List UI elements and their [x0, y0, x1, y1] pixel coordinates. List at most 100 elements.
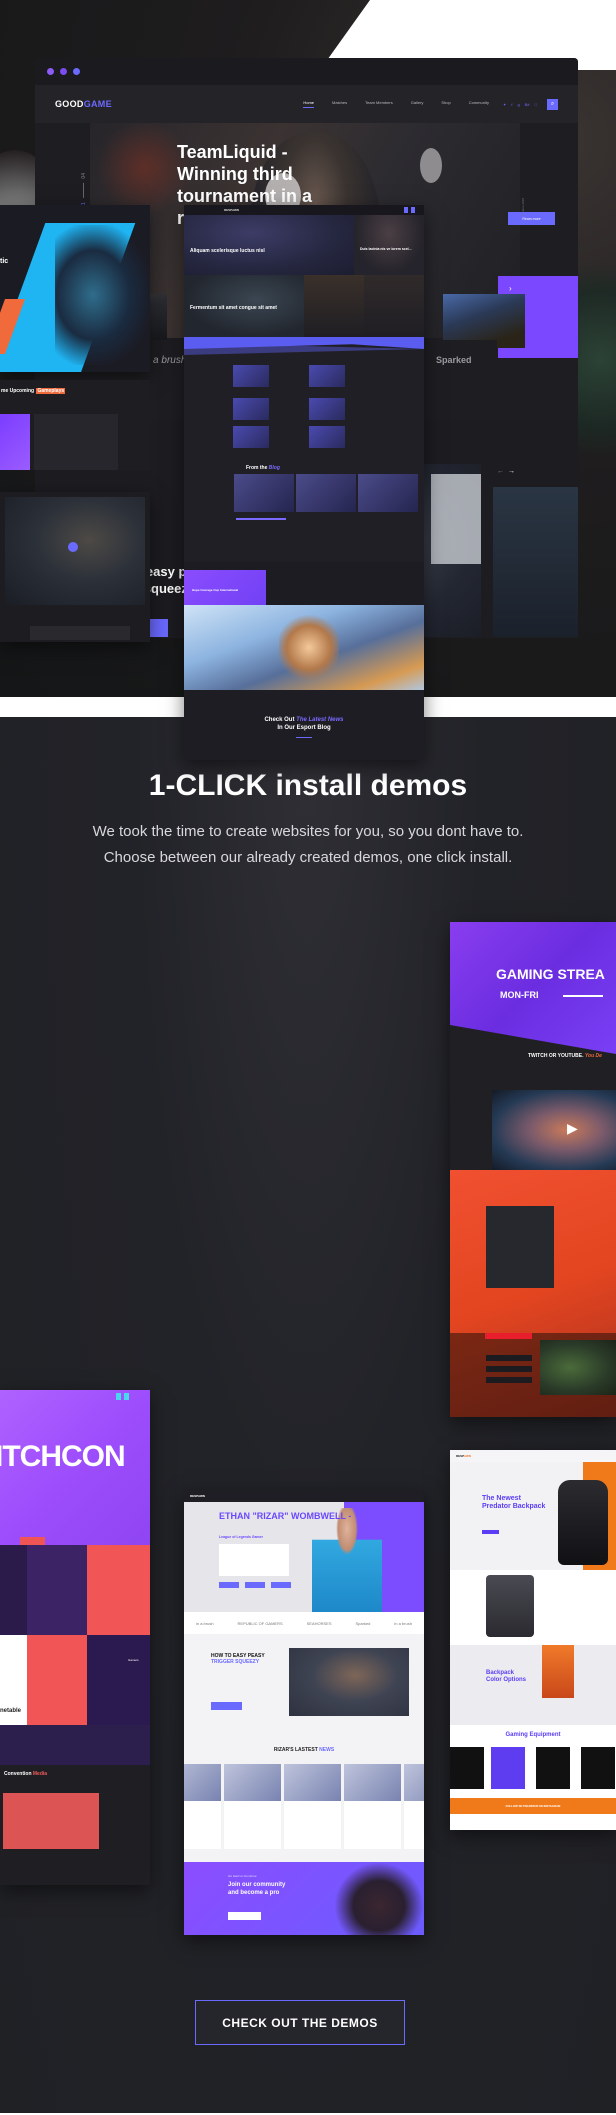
upcoming-text: me Upcoming [1, 388, 36, 394]
color-options-1: Backpack [486, 1670, 515, 1676]
grid-tile [87, 1635, 150, 1725]
backpack-feature-image [486, 1575, 534, 1637]
sponsor-logo: REPUBLIC OF GAMERS [237, 1620, 283, 1626]
stream-hero [450, 922, 616, 1054]
nav-item-gallery[interactable]: Gallery [411, 100, 424, 108]
social-links: ✦ f g Bė □ [503, 102, 537, 107]
demo-small-news [309, 398, 345, 420]
demos-heading: 1-CLICK install demos [0, 769, 616, 803]
twitch-youtube-text: TWITCH OR YOUTUBE. [528, 1053, 585, 1059]
twitchcon-word: ITCHCON [0, 1440, 126, 1473]
blog-card [296, 474, 356, 512]
behance-icon[interactable]: Bė [525, 102, 530, 107]
nav-item-matches[interactable]: Matches [332, 100, 347, 108]
search-icon: ⌕ [550, 100, 555, 107]
blog-card [358, 474, 418, 512]
check-out-demos-button[interactable]: CHECK OUT THE DEMOS [195, 2000, 405, 2045]
blog-card-title [236, 518, 286, 520]
demo-news-card [364, 275, 424, 337]
twitchcon-grid [0, 1545, 150, 1725]
demos-subtitle-line-2: Choose between our already created demos… [103, 849, 513, 866]
join-line-2: and become a pro [228, 1889, 280, 1896]
twitch-icon[interactable]: □ [535, 102, 537, 107]
sponsor-logo: in a brush [394, 1620, 412, 1626]
join-title: Join our community and become a pro [228, 1882, 285, 1898]
player-name: ETHAN "RIZAR" WOMBWELL - [219, 1511, 352, 1521]
demo-playoffs-card [0, 414, 30, 470]
upcoming-streams-panel [486, 1206, 554, 1288]
stream-map-thumbnail [540, 1340, 616, 1395]
demo-game-banner [184, 605, 424, 690]
news-card-image [344, 1764, 401, 1801]
stream-dropdown [486, 1355, 532, 1361]
nav-item-community[interactable]: Community [469, 100, 489, 108]
backpack-hero: The Newest Predator Backpack [450, 1462, 616, 1570]
grid-tile [87, 1545, 150, 1635]
menu-icon [411, 207, 415, 213]
product-card [491, 1747, 525, 1789]
demo-navbar: RESPAWN [450, 1450, 616, 1462]
grid-tile [27, 1545, 87, 1635]
slide-counter: 01 04 [81, 173, 87, 208]
nav-item-team-members[interactable]: Team Members [365, 100, 393, 108]
convention-media-section: Convention Media [0, 1765, 150, 1885]
how-to-heading: HOW TO EASY PEASY TRIGGER SQUEEZY [211, 1653, 265, 1665]
site-logo[interactable]: GOODGAME [55, 99, 112, 109]
news-title: Duis lacinia nis ve lorem scel... [360, 247, 412, 251]
read-more-button[interactable]: Ream more [508, 212, 555, 225]
site-navbar: GOODGAME Home Matches Team Members Galle… [35, 85, 578, 123]
demo-preview-streaming[interactable]: GAMING STREA MON-FRI TWITCH OR YOUTUBE. … [450, 922, 616, 1417]
slide-date: 16 Juno 2018 [521, 198, 525, 217]
join-button [228, 1912, 261, 1920]
timetable-label: netable [0, 1708, 22, 1714]
demo-preview-shop[interactable]: RESPAWN The Newest Predator Backpack Back… [450, 1450, 616, 1830]
demo-preview-video[interactable] [0, 492, 150, 642]
search-button[interactable]: ⌕ [547, 98, 558, 110]
twitter-icon[interactable]: ✦ [503, 102, 506, 107]
twitter-icon [219, 1582, 239, 1588]
next-video-preview[interactable] [493, 487, 578, 637]
upcoming-streams-section [450, 1170, 616, 1417]
window-dot-icon [47, 68, 54, 75]
join-character-art [334, 1862, 424, 1935]
chevron-right-icon[interactable]: › [509, 284, 512, 293]
demo-latest-matches [34, 414, 118, 470]
arrow-left-icon[interactable]: ← [497, 468, 508, 475]
demo-footer-strip [30, 626, 130, 640]
backpack-image [558, 1480, 608, 1565]
blog-cta-text-2: In Our Esport Blog [277, 724, 331, 731]
grid-tile [0, 1545, 27, 1635]
arrow-right-icon[interactable]: → [508, 468, 519, 475]
demo-preview-upcoming[interactable]: me Upcoming Gameplays [0, 380, 150, 470]
convention-highlight: Media [32, 1771, 48, 1777]
demo-navbar: RESPAWN [184, 1490, 424, 1502]
color-options-section: Backpack Color Options [450, 1645, 616, 1725]
product-card [536, 1747, 570, 1789]
demo-small-news [309, 426, 345, 448]
sponsor-logo: Sparked [355, 1620, 371, 1626]
facebook-icon [245, 1582, 265, 1588]
join-line-1: Join our community [228, 1882, 286, 1888]
logo-part-2: GAME [83, 99, 112, 109]
demo-preview-respawn-light[interactable]: RESPAWN ETHAN "RIZAR" WOMBWELL - League … [184, 1490, 424, 1935]
demo-logo: RESPAWN [224, 208, 239, 212]
blog-heading: From the Blog [246, 465, 280, 471]
grid-tile [27, 1635, 87, 1725]
twitchcon-hero: ITCHCON [0, 1390, 150, 1545]
facebook-icon[interactable]: f [511, 102, 512, 107]
player-hero: ETHAN "RIZAR" WOMBWELL - League of Legen… [184, 1502, 424, 1612]
product-card [450, 1747, 484, 1789]
nav-item-home[interactable]: Home [303, 100, 315, 108]
convention-text: Convention [4, 1771, 33, 1777]
backpack-title-2: Predator Backpack [482, 1503, 546, 1511]
player-info-card [219, 1544, 289, 1576]
how-to-line-2: TRIGGER SQUEEZY [211, 1659, 260, 1665]
demo-preview-respawn-dark[interactable]: RESPAWN Aliquam scelerisque luctus nisl … [184, 205, 424, 760]
demo-preview-twitchcon[interactable]: ITCHCON Gamers netable Convention Media [0, 1390, 150, 1885]
google-plus-icon[interactable]: g [517, 102, 519, 107]
play-icon: ▶ [567, 1120, 578, 1136]
nav-item-shop[interactable]: Shop [441, 100, 450, 108]
demo-preview-esports-hero[interactable]: tic [0, 205, 150, 372]
stream-video: ▶ [492, 1090, 616, 1170]
backpack-button [482, 1530, 499, 1534]
